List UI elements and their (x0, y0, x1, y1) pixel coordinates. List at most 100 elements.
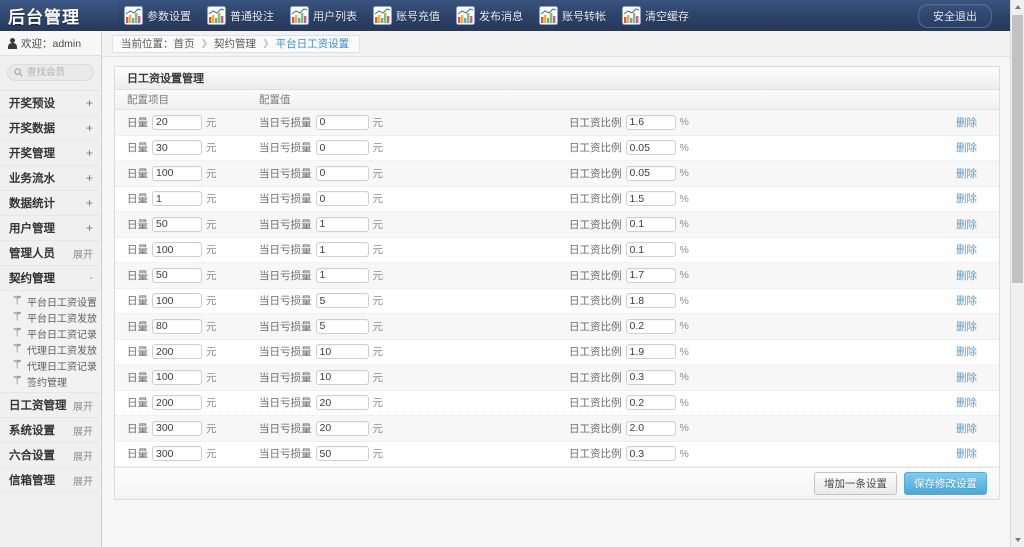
sidebar-item-label: 信箱管理 (9, 472, 55, 488)
day-loss-input[interactable] (316, 217, 369, 232)
top-nav-item[interactable]: 普通投注 (205, 0, 288, 31)
breadcrumb-parent[interactable]: 契约管理 (214, 36, 256, 51)
unit-yuan-label: 元 (373, 395, 384, 410)
day-loss-input[interactable] (316, 344, 369, 359)
sidebar-item-业务流水[interactable]: 业务流水+ (0, 166, 101, 191)
sidebar-subitem[interactable]: 平台日工资记录 (0, 325, 101, 341)
day-loss-input[interactable] (316, 140, 369, 155)
day-amount-input[interactable] (152, 395, 202, 410)
sidebar-subitem[interactable]: 代理日工资记录 (0, 357, 101, 373)
day-amount-input[interactable] (152, 217, 202, 232)
day-amount-input[interactable] (152, 446, 202, 461)
delete-row-link[interactable]: 删除 (956, 217, 977, 232)
sidebar-item-系统设置[interactable]: 系统设置展开 (0, 418, 101, 443)
top-nav-item[interactable]: 清空缓存 (620, 0, 703, 31)
wage-rate-input[interactable] (626, 293, 676, 308)
delete-row-link[interactable]: 删除 (956, 140, 977, 155)
wage-rate-input[interactable] (626, 344, 676, 359)
day-loss-input[interactable] (316, 395, 369, 410)
scroll-down-button[interactable] (1011, 533, 1024, 547)
sidebar-subitem[interactable]: 平台日工资设置 (0, 293, 101, 309)
day-loss-input[interactable] (316, 446, 369, 461)
day-amount-input[interactable] (152, 319, 202, 334)
search-box[interactable] (7, 64, 94, 81)
delete-row-link[interactable]: 删除 (956, 166, 977, 181)
day-amount-input[interactable] (152, 421, 202, 436)
wage-rate-input[interactable] (626, 191, 676, 206)
day-loss-input[interactable] (316, 319, 369, 334)
delete-row-link[interactable]: 删除 (956, 421, 977, 436)
day-loss-input[interactable] (316, 421, 369, 436)
sidebar-item-信箱管理[interactable]: 信箱管理展开 (0, 468, 101, 493)
wage-rate-input[interactable] (626, 217, 676, 232)
wage-rate-input[interactable] (626, 115, 676, 130)
day-amount-input[interactable] (152, 293, 202, 308)
wage-rate-input[interactable] (626, 395, 676, 410)
unit-yuan-label: 元 (373, 446, 384, 461)
sidebar-item-契约管理[interactable]: 契约管理- (0, 266, 101, 291)
delete-row-link[interactable]: 删除 (956, 446, 977, 461)
scroll-up-button[interactable] (1011, 0, 1024, 14)
top-nav-item[interactable]: 参数设置 (122, 0, 205, 31)
sidebar-item-数据统计[interactable]: 数据统计+ (0, 191, 101, 216)
day-loss-input[interactable] (316, 268, 369, 283)
breadcrumb-prefix: 当前位置： (121, 36, 174, 51)
day-amount-input[interactable] (152, 115, 202, 130)
top-nav-item[interactable]: 发布消息 (454, 0, 537, 31)
sidebar-item-用户管理[interactable]: 用户管理+ (0, 216, 101, 241)
sidebar-subitem[interactable]: 签约管理 (0, 373, 101, 389)
search-input[interactable] (27, 67, 87, 78)
day-loss-input[interactable] (316, 166, 369, 181)
wage-rate-input[interactable] (626, 140, 676, 155)
scrollbar-thumb[interactable] (1012, 15, 1023, 283)
top-nav-item[interactable]: 账号充值 (371, 0, 454, 31)
vertical-scrollbar[interactable] (1010, 0, 1024, 547)
delete-row-link[interactable]: 删除 (956, 395, 977, 410)
chart-icon (373, 6, 392, 25)
save-settings-button[interactable]: 保存修改设置 (904, 472, 987, 495)
delete-row-link[interactable]: 删除 (956, 115, 977, 130)
wage-rate-input[interactable] (626, 268, 676, 283)
day-amount-input[interactable] (152, 166, 202, 181)
wage-rate-input[interactable] (626, 319, 676, 334)
wage-rate-input[interactable] (626, 242, 676, 257)
top-nav-item[interactable]: 账号转帐 (537, 0, 620, 31)
sidebar-item-管理人员[interactable]: 管理人员展开 (0, 241, 101, 266)
top-nav-item[interactable]: 用户列表 (288, 0, 371, 31)
wage-rate-cell: 日工资比例% (569, 140, 899, 155)
day-amount-input[interactable] (152, 344, 202, 359)
day-amount-input[interactable] (152, 242, 202, 257)
delete-row-link[interactable]: 删除 (956, 293, 977, 308)
day-loss-input[interactable] (316, 191, 369, 206)
wage-rate-input[interactable] (626, 166, 676, 181)
sidebar-subitem[interactable]: 平台日工资发放 (0, 309, 101, 325)
breadcrumb-home[interactable]: 首页 (174, 36, 195, 51)
day-loss-input[interactable] (316, 370, 369, 385)
wage-rate-input[interactable] (626, 370, 676, 385)
logout-button[interactable]: 安全退出 (918, 4, 992, 28)
add-setting-button[interactable]: 增加一条设置 (814, 472, 897, 495)
wage-rate-cell: 日工资比例% (569, 370, 899, 385)
wage-rate-input[interactable] (626, 446, 676, 461)
sidebar-item-开奖数据[interactable]: 开奖数据+ (0, 116, 101, 141)
sidebar-item-开奖预设[interactable]: 开奖预设+ (0, 91, 101, 116)
chevron-down-icon (1015, 538, 1021, 542)
delete-row-link[interactable]: 删除 (956, 370, 977, 385)
delete-row-link[interactable]: 删除 (956, 319, 977, 334)
sidebar-subitem[interactable]: 代理日工资发放 (0, 341, 101, 357)
delete-row-link[interactable]: 删除 (956, 242, 977, 257)
day-loss-input[interactable] (316, 242, 369, 257)
day-loss-input[interactable] (316, 293, 369, 308)
day-amount-input[interactable] (152, 140, 202, 155)
day-amount-input[interactable] (152, 268, 202, 283)
delete-row-link[interactable]: 删除 (956, 191, 977, 206)
delete-row-link[interactable]: 删除 (956, 344, 977, 359)
delete-row-link[interactable]: 删除 (956, 268, 977, 283)
sidebar-item-六合设置[interactable]: 六合设置展开 (0, 443, 101, 468)
day-amount-input[interactable] (152, 191, 202, 206)
wage-rate-input[interactable] (626, 421, 676, 436)
day-amount-input[interactable] (152, 370, 202, 385)
sidebar-item-日工资管理[interactable]: 日工资管理展开 (0, 393, 101, 418)
day-loss-input[interactable] (316, 115, 369, 130)
sidebar-item-开奖管理[interactable]: 开奖管理+ (0, 141, 101, 166)
